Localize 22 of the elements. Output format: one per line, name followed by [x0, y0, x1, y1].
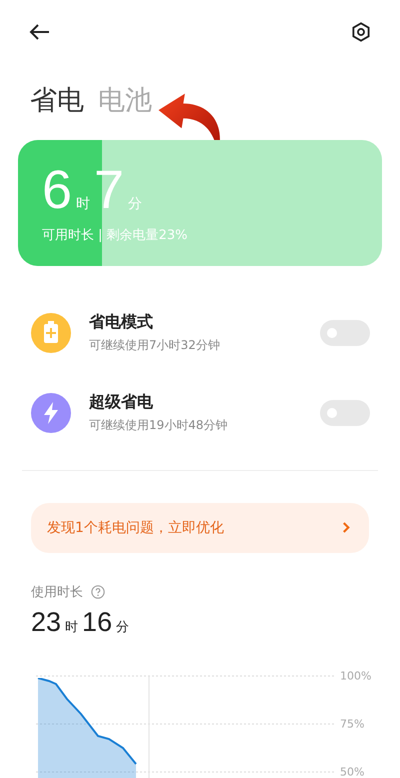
tab[interactable]: 电池 — [98, 84, 152, 118]
usage-label: 使用时长 — [31, 584, 83, 601]
mode-title: 超级省电 — [89, 392, 154, 413]
mode-title: 省电模式 — [89, 312, 154, 333]
mode-subtitle: 可继续使用19小时48分钟 — [89, 416, 229, 434]
mode-subtitle: 可继续使用7小时32分钟 — [89, 336, 221, 354]
usage-hours: 23 — [31, 607, 62, 638]
tab[interactable]: 省电 — [30, 84, 84, 118]
hours-unit: 时 — [76, 195, 90, 213]
chevron-icon — [342, 521, 351, 534]
usage-hours-unit: 时 — [65, 619, 78, 636]
help-icon[interactable] — [91, 585, 105, 599]
axis-label: 100% — [340, 670, 372, 682]
usage-minutes: 16 — [82, 607, 112, 638]
settings-icon[interactable] — [350, 21, 372, 43]
usage-minutes-unit: 分 — [116, 619, 130, 636]
minutes-unit: 分 — [128, 195, 142, 213]
hours-value: 6 — [42, 160, 72, 220]
axis-label: 75% — [340, 718, 364, 730]
axis-label: 50% — [340, 766, 364, 778]
optimize-banner[interactable]: 发现1个耗电问题，立即优化 — [31, 502, 369, 553]
battery-caption: 可用时长 | 剩余电量23% — [42, 227, 189, 244]
